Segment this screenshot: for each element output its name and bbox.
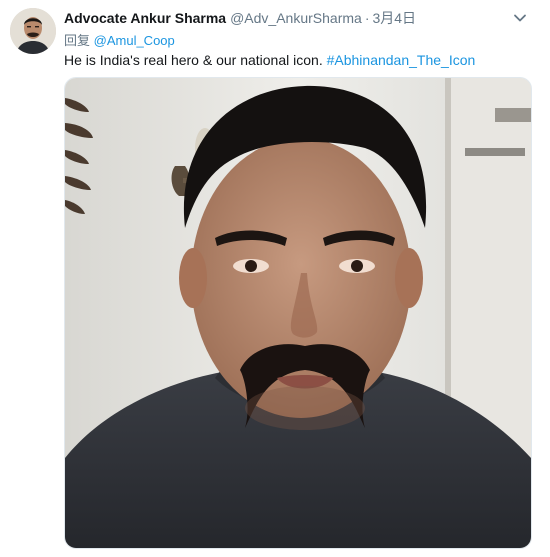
tweet-card[interactable]: Advocate Ankur Sharma @Adv_AnkurSharma ·…	[0, 0, 550, 557]
reply-context: 回复 @Amul_Coop	[64, 30, 175, 49]
avatar[interactable]	[10, 8, 56, 54]
hashtag-link[interactable]: #Abhinandan_The_Icon	[327, 52, 476, 68]
tweet-photo[interactable]	[64, 77, 532, 549]
user-handle[interactable]: @Adv_AnkurSharma	[230, 10, 362, 26]
tweet-body: He is India's real hero & our national i…	[64, 52, 323, 68]
reply-prefix: 回复	[64, 33, 91, 48]
display-name[interactable]: Advocate Ankur Sharma	[64, 10, 226, 26]
tweet-text: He is India's real hero & our national i…	[64, 52, 475, 68]
chevron-down-icon[interactable]	[512, 10, 528, 26]
timestamp[interactable]: 3月4日	[372, 8, 416, 28]
separator-dot: ·	[364, 10, 370, 26]
tweet-header: Advocate Ankur Sharma @Adv_AnkurSharma ·…	[64, 8, 416, 26]
selfie-photo	[65, 78, 531, 548]
avatar-image	[10, 8, 56, 54]
reply-mention-link[interactable]: @Amul_Coop	[94, 33, 175, 48]
